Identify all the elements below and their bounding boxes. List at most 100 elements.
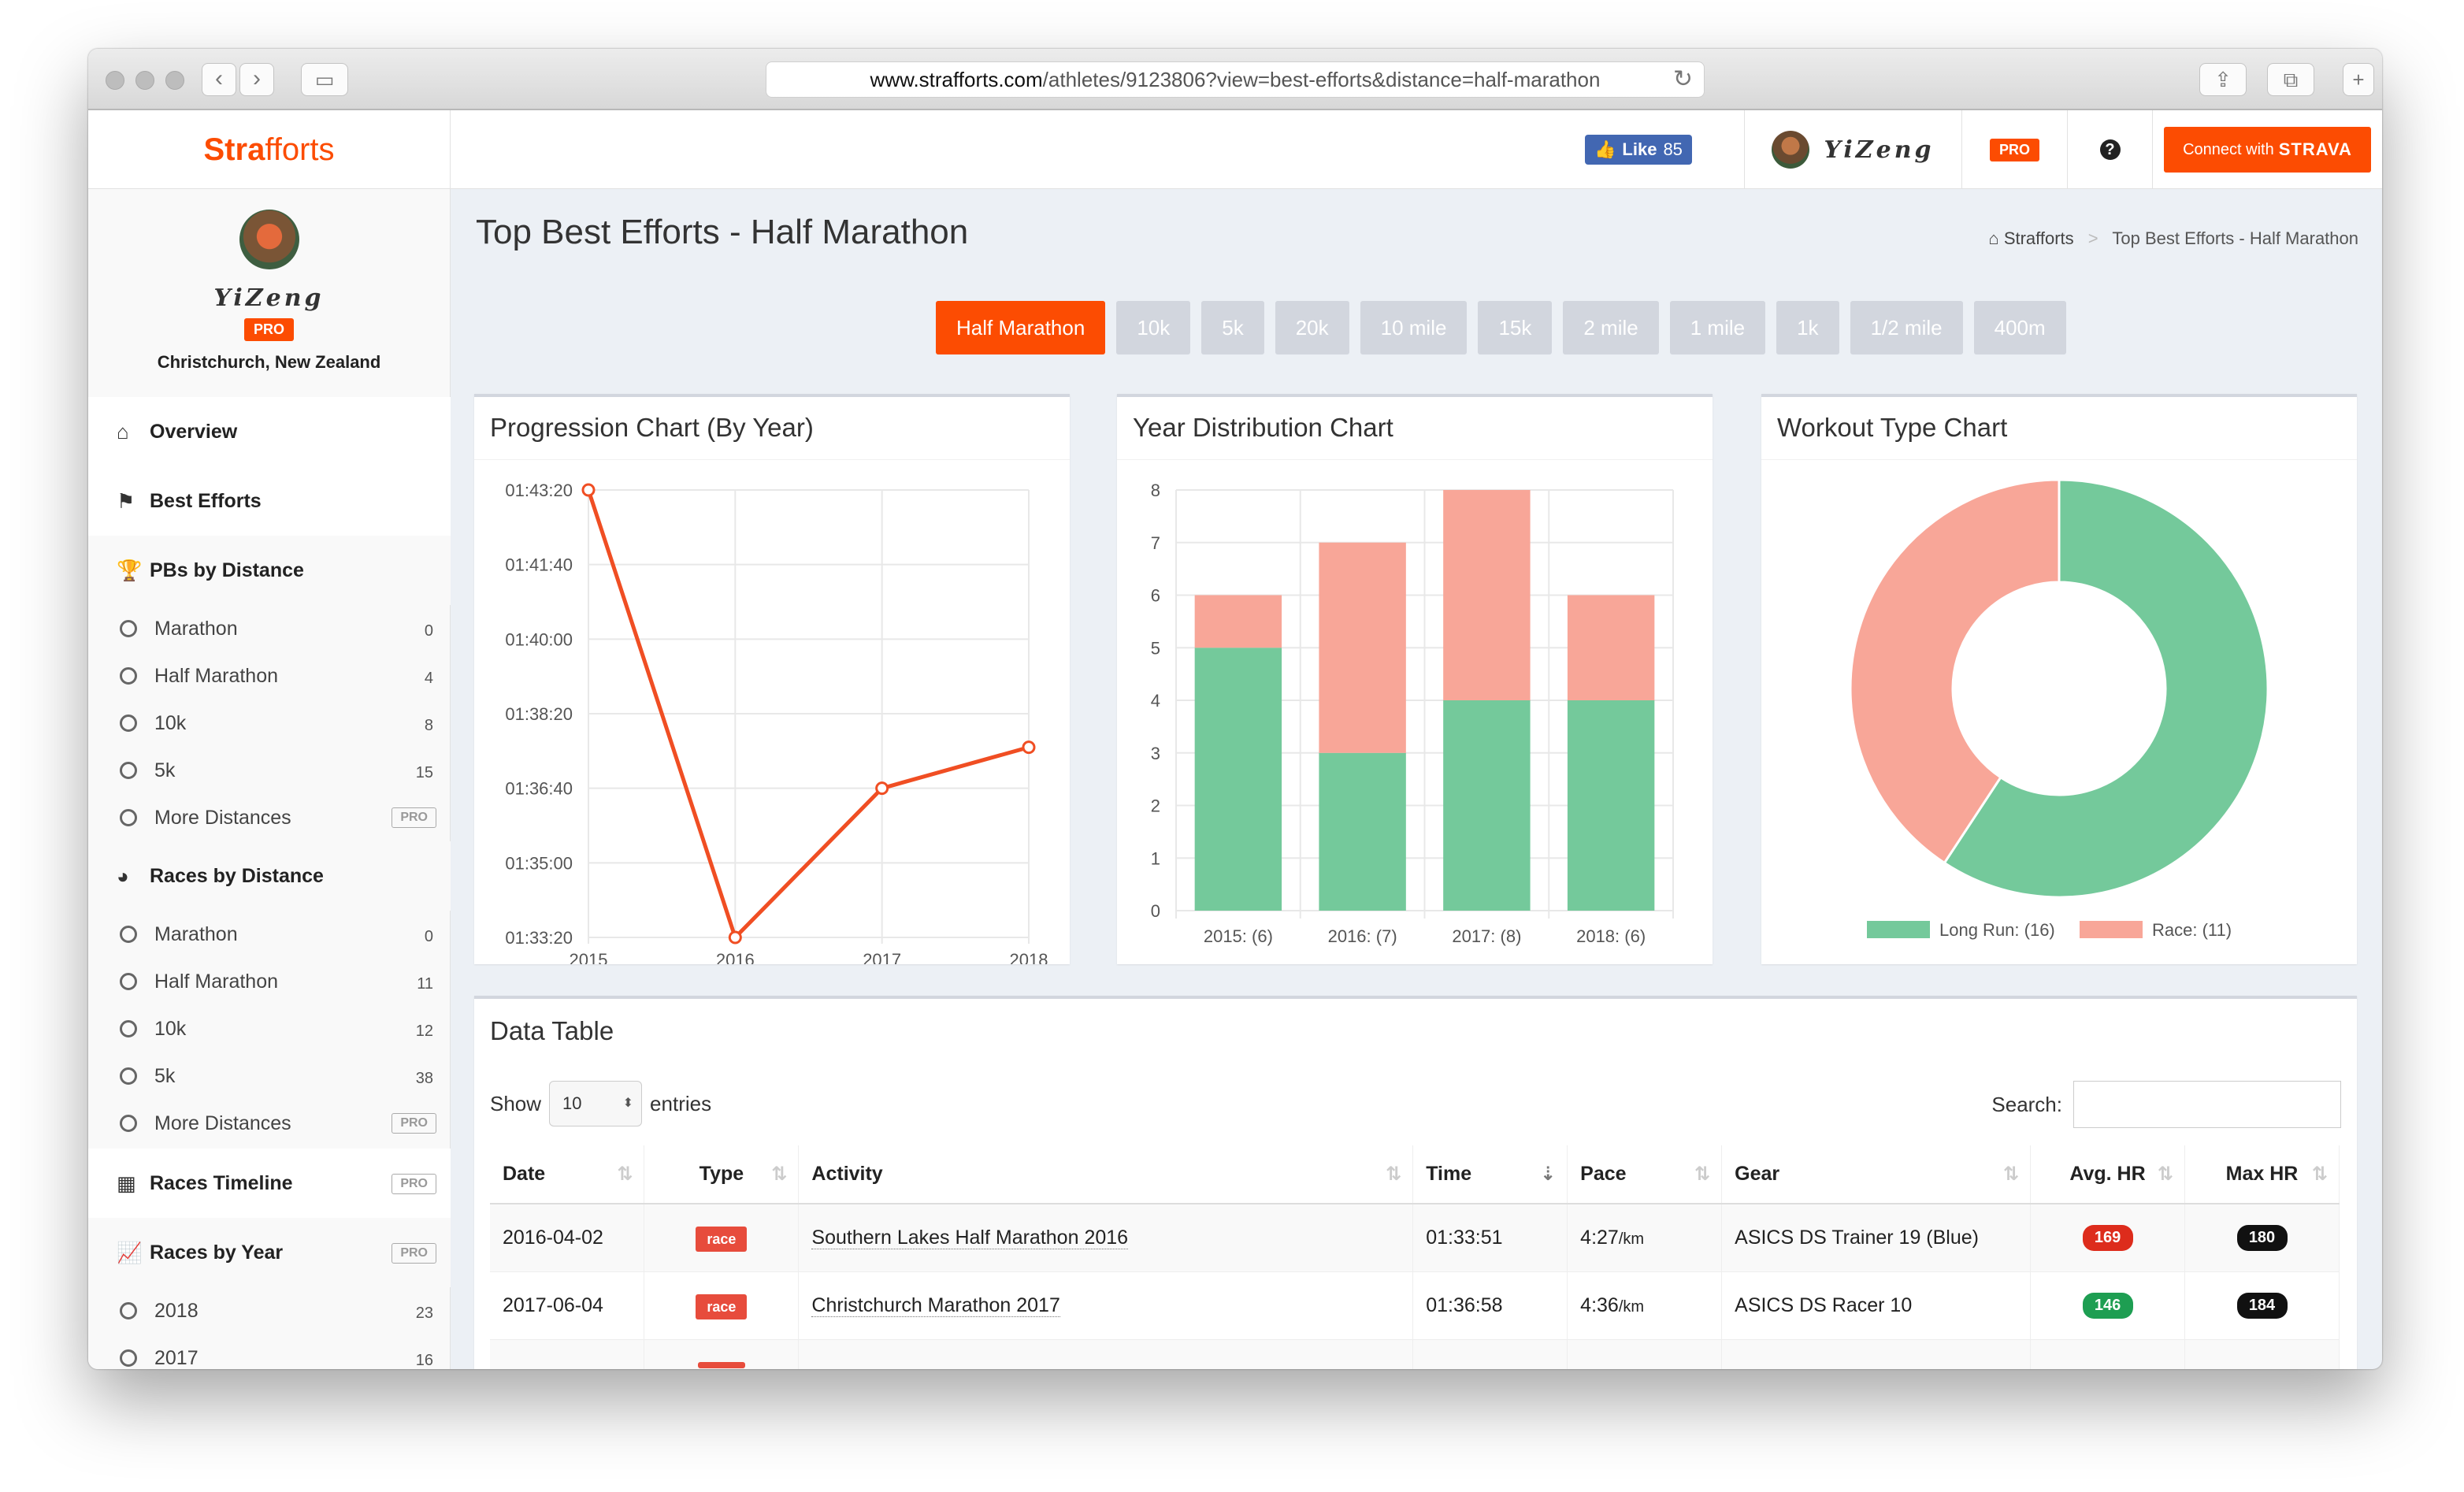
cell-max-hr: 180 — [2184, 1204, 2340, 1272]
year-item-2018[interactable]: 2018 23 — [88, 1287, 451, 1334]
tab-10-mile[interactable]: 10 mile — [1360, 301, 1468, 354]
new-tab-button[interactable]: + — [2343, 63, 2374, 96]
sidebar-item-overview[interactable]: ⌂ Overview — [88, 397, 451, 466]
races-item-5k[interactable]: 5k 38 — [88, 1052, 451, 1100]
column-header-avg-hr[interactable]: Avg. HR ⇅ — [2030, 1145, 2185, 1204]
zoom-window-button[interactable] — [165, 71, 184, 90]
sidebar-item-races-timeline[interactable]: ▦ Races Timeline PRO — [88, 1149, 451, 1218]
bar-race — [1443, 490, 1531, 700]
forward-button[interactable]: › — [239, 63, 274, 96]
races-item-marathon[interactable]: Marathon 0 — [88, 911, 451, 958]
pbs-item-marathon[interactable]: Marathon 0 — [88, 605, 451, 652]
breadcrumb-home[interactable]: Strafforts — [2004, 228, 2074, 248]
column-header-gear[interactable]: Gear ⇅ — [1721, 1145, 2032, 1204]
brand-logo[interactable]: Strafforts — [88, 110, 451, 189]
legend-label: Race: (11) — [2152, 920, 2232, 940]
cell-time — [1412, 1339, 1568, 1369]
races-item-more-distances[interactable]: More Distances PRO — [88, 1100, 451, 1147]
tab-400m[interactable]: 400m — [1973, 301, 2066, 354]
cell-time: 01:36:58 — [1412, 1271, 1568, 1340]
pbs-item-more-distances[interactable]: More Distances PRO — [88, 794, 451, 841]
sidebar: YiZeng PRO Christchurch, New Zealand ⌂ O… — [88, 189, 451, 1369]
data-point — [728, 930, 742, 945]
sub-item-count: 11 — [417, 975, 433, 993]
column-header-activity[interactable]: Activity ⇅ — [798, 1145, 1414, 1204]
chevron-left-icon: ‹ — [215, 65, 223, 91]
cell-avg-hr: 169 — [2030, 1204, 2185, 1272]
sub-item-label: 5k — [154, 759, 176, 781]
facebook-like-button[interactable]: 👍 Like 85 — [1585, 135, 1692, 165]
activity-link[interactable]: Southern Lakes Half Marathon 2016 — [811, 1226, 1129, 1249]
races-item-10k[interactable]: 10k 12 — [88, 1005, 451, 1052]
tab-half-mile[interactable]: 1/2 mile — [1850, 301, 1963, 354]
activity-link[interactable]: Christchurch Marathon 2017 — [811, 1293, 1060, 1317]
tab-20k[interactable]: 20k — [1275, 301, 1349, 354]
avatar[interactable] — [239, 210, 299, 269]
tab-1-mile[interactable]: 1 mile — [1669, 301, 1766, 354]
pbs-item-10k[interactable]: 10k 8 — [88, 700, 451, 747]
url-path: /athletes/9123806?view=best-efforts&dist… — [1042, 68, 1601, 91]
address-bar[interactable]: www.strafforts.com/athletes/9123806?view… — [766, 61, 1705, 98]
pro-outline-badge: PRO — [391, 1174, 436, 1194]
sidebar-item-best-efforts[interactable]: ⚑ Best Efforts — [88, 466, 451, 536]
race-label: race — [696, 1226, 748, 1252]
cell-date: 2017-06-04 — [490, 1271, 645, 1340]
sidebar-item-label: Races by Distance — [150, 864, 324, 887]
x-tick-label: 2017 — [863, 950, 901, 964]
entries-select[interactable]: 10 ⬍ — [549, 1081, 643, 1126]
share-button[interactable]: ⇪ — [2199, 63, 2247, 96]
column-header-date[interactable]: Date ⇅ — [490, 1145, 645, 1204]
bar-long-run — [1567, 700, 1655, 911]
minimize-window-button[interactable] — [135, 71, 154, 90]
athlete-avatar — [1772, 131, 1810, 169]
tab-2-mile[interactable]: 2 mile — [1563, 301, 1659, 354]
sort-icon: ⇅ — [771, 1164, 788, 1185]
url-host: www.strafforts.com — [870, 68, 1043, 91]
sort-icon: ⇅ — [1694, 1164, 1711, 1185]
bar-long-run — [1319, 752, 1406, 911]
card-title: Progression Chart (By Year) — [474, 397, 1070, 460]
pro-link[interactable]: PRO — [1961, 110, 2067, 189]
breadcrumb: ⌂ Strafforts > Top Best Efforts - Half M… — [1988, 228, 2358, 249]
column-header-type[interactable]: Type ⇅ — [644, 1145, 800, 1204]
sub-item-label: 10k — [154, 711, 187, 734]
sidebar-item-pbs-by-distance[interactable]: 🏆 PBs by Distance — [88, 536, 451, 605]
sidebar-toggle-button[interactable]: ▭ — [301, 63, 348, 96]
sub-item-count: 12 — [415, 1023, 433, 1040]
column-header-max-hr[interactable]: Max HR ⇅ — [2184, 1145, 2340, 1204]
reload-icon[interactable]: ↻ — [1673, 62, 1693, 97]
athlete-name: YiZeng — [1824, 135, 1935, 164]
tab-15k[interactable]: 15k — [1478, 301, 1553, 354]
sidebar-item-races-by-distance[interactable]: ◕ Races by Distance — [88, 841, 451, 911]
tab-10k[interactable]: 10k — [1116, 301, 1191, 354]
column-header-time[interactable]: Time ⇣ — [1412, 1145, 1568, 1204]
connect-with-strava-button[interactable]: Connect with STRAVA — [2164, 127, 2371, 173]
browser-toolbar: ‹ › ▭ www.strafforts.com/athletes/912380… — [88, 49, 2382, 110]
distance-tabs: Half Marathon 10k 5k 20k 10 mile 15k 2 m… — [936, 301, 2066, 354]
pbs-item-half-marathon[interactable]: Half Marathon 4 — [88, 652, 451, 700]
search-input[interactable] — [2073, 1081, 2341, 1128]
data-point — [875, 781, 889, 796]
column-header-pace[interactable]: Pace ⇅ — [1567, 1145, 1723, 1204]
athlete-menu[interactable]: YiZeng — [1744, 110, 1961, 189]
breadcrumb-current: Top Best Efforts - Half Marathon — [2112, 228, 2358, 248]
close-window-button[interactable] — [106, 71, 124, 90]
sidebar-item-label: Races by Year — [150, 1241, 284, 1264]
year-item-2017[interactable]: 2017 16 — [88, 1334, 451, 1369]
back-button[interactable]: ‹ — [202, 63, 236, 96]
pbs-item-5k[interactable]: 5k 15 — [88, 747, 451, 794]
tab-1k[interactable]: 1k — [1776, 301, 1839, 354]
sub-item-count: 16 — [415, 1352, 433, 1369]
tabs-overview-button[interactable]: ⧉ — [2267, 63, 2314, 96]
help-button[interactable]: ? — [2067, 110, 2152, 189]
cell-gear: ASICS DS Trainer 19 (Blue) — [1721, 1204, 2032, 1272]
sidebar-item-races-by-year[interactable]: 📈 Races by Year PRO — [88, 1218, 451, 1287]
cell-gear: ASICS DS Racer 10 — [1721, 1271, 2032, 1340]
sort-icon: ⇅ — [2157, 1164, 2173, 1185]
races-item-half-marathon[interactable]: Half Marathon 11 — [88, 958, 451, 1005]
tab-half-marathon[interactable]: Half Marathon — [936, 301, 1106, 354]
cell-avg-hr: 146 — [2030, 1271, 2185, 1340]
x-tick-label: 2015: (6) — [1204, 926, 1273, 946]
tab-5k[interactable]: 5k — [1201, 301, 1264, 354]
pro-outline-badge: PRO — [391, 1243, 436, 1264]
